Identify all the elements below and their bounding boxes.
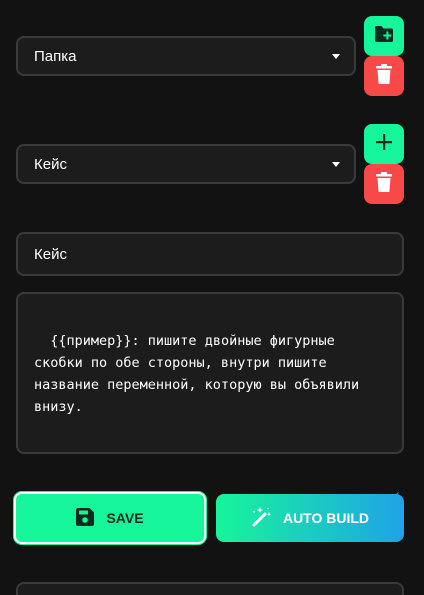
plus-icon [376, 133, 392, 155]
auto-build-button-label: AUTO BUILD [282, 510, 370, 526]
folder-select-value: Папка [34, 47, 77, 65]
add-folder-button[interactable] [364, 16, 404, 56]
floppy-disk-icon [76, 507, 95, 529]
case-name-input[interactable]: Кейс [16, 232, 404, 276]
template-textarea[interactable]: {{пример}}: пишите двойные фигурные скоб… [16, 292, 404, 500]
folder-select[interactable]: Папка [16, 36, 356, 76]
resize-handle-icon[interactable] [391, 441, 399, 500]
case-select-value: Кейс [34, 155, 67, 173]
save-button[interactable]: SAVE [14, 492, 206, 544]
next-field[interactable] [16, 582, 404, 595]
delete-folder-button[interactable] [364, 56, 404, 96]
template-text: {{пример}}: пишите двойные фигурные скоб… [34, 333, 368, 415]
delete-case-button[interactable] [364, 164, 404, 204]
trash-icon [376, 171, 392, 197]
add-case-button[interactable] [364, 124, 404, 164]
magic-wand-icon [251, 506, 273, 531]
chevron-down-icon [332, 161, 340, 167]
folder-plus-icon [374, 25, 394, 48]
case-select[interactable]: Кейс [16, 144, 356, 184]
auto-build-button[interactable]: AUTO BUILD [216, 494, 404, 542]
chevron-down-icon [332, 53, 340, 59]
save-button-label: SAVE [106, 510, 144, 526]
trash-icon [376, 63, 392, 89]
case-name-value: Кейс [34, 245, 67, 263]
